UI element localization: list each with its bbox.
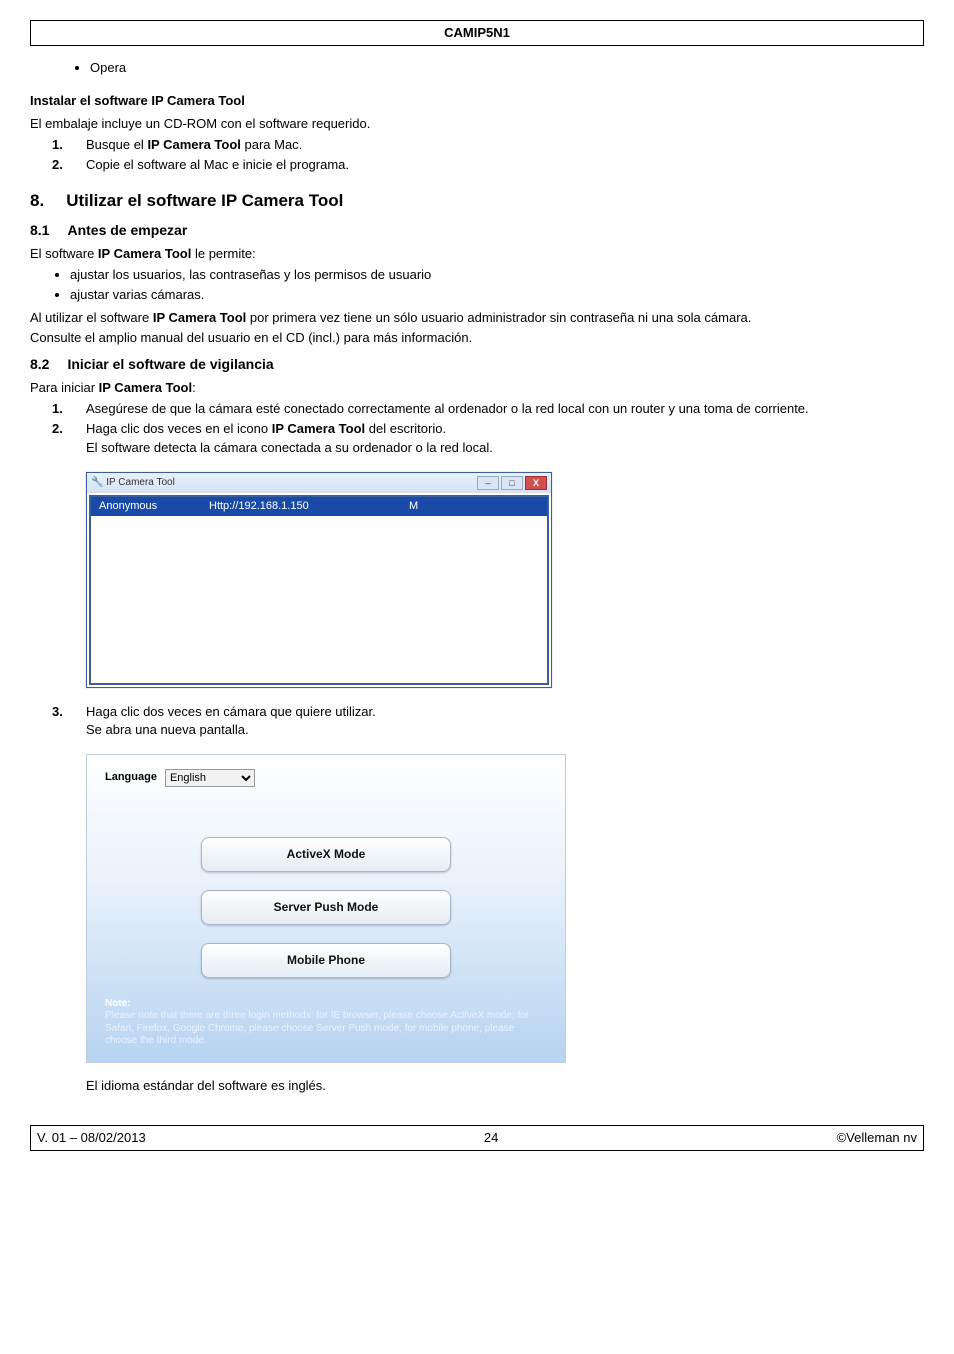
login-panel: Language English ActiveX Mode Server Pus… bbox=[86, 754, 924, 1062]
subsection-number: 8.2 bbox=[30, 355, 49, 375]
section-title: Utilizar el software IP Camera Tool bbox=[66, 189, 343, 213]
list-item: ajustar varias cámaras. bbox=[70, 285, 924, 305]
section-8-heading: 8. Utilizar el software IP Camera Tool bbox=[30, 189, 924, 213]
section-8-1-heading: 8.1 Antes de empezar bbox=[30, 221, 924, 241]
footer-center: 24 bbox=[484, 1129, 498, 1147]
list-item: 1. Busque el IP Camera Tool para Mac. bbox=[52, 135, 924, 155]
camera-name: Anonymous bbox=[99, 499, 209, 514]
after-panel-text: El idioma estándar del software es inglé… bbox=[86, 1077, 924, 1095]
step-number: 2. bbox=[52, 420, 72, 456]
install-heading: Instalar el software IP Camera Tool bbox=[30, 92, 924, 110]
minimize-button[interactable]: – bbox=[477, 476, 499, 490]
mobile-phone-button[interactable]: Mobile Phone bbox=[201, 943, 451, 978]
step-number: 1. bbox=[52, 400, 72, 418]
install-intro: El embalaje incluye un CD-ROM con el sof… bbox=[30, 115, 924, 133]
server-push-mode-button[interactable]: Server Push Mode bbox=[201, 890, 451, 925]
step-number: 3. bbox=[52, 703, 72, 739]
subsection-title: Iniciar el software de vigilancia bbox=[67, 355, 273, 375]
window-title: 🔧 IP Camera Tool bbox=[91, 476, 175, 490]
list-item: 2. Haga clic dos veces en el icono IP Ca… bbox=[52, 419, 924, 457]
activex-mode-button[interactable]: ActiveX Mode bbox=[201, 837, 451, 872]
language-row: Language English bbox=[105, 769, 547, 787]
sec82-line1: Para iniciar IP Camera Tool: bbox=[30, 379, 924, 397]
header-title: CAMIP5N1 bbox=[444, 25, 510, 40]
sec81-bullets: ajustar los usuarios, las contraseñas y … bbox=[70, 265, 924, 305]
step-text: Haga clic dos veces en cámara que quiere… bbox=[86, 703, 376, 739]
step-number: 2. bbox=[52, 156, 72, 174]
step-text: Haga clic dos veces en el icono IP Camer… bbox=[86, 420, 493, 456]
window-titlebar: 🔧 IP Camera Tool – □ X bbox=[87, 473, 551, 493]
list-item: Opera bbox=[90, 58, 924, 78]
window-frame: 🔧 IP Camera Tool – □ X Anonymous Http://… bbox=[86, 472, 552, 688]
step-text: Asegúrese de que la cámara esté conectad… bbox=[86, 400, 809, 418]
list-item: 2. Copie el software al Mac e inicie el … bbox=[52, 155, 924, 175]
step-text: Copie el software al Mac e inicie el pro… bbox=[86, 156, 349, 174]
page-header: CAMIP5N1 bbox=[30, 20, 924, 46]
install-steps: 1. Busque el IP Camera Tool para Mac. 2.… bbox=[52, 135, 924, 175]
step-number: 1. bbox=[52, 136, 72, 154]
sec82-steps-3: 3. Haga clic dos veces en cámara que qui… bbox=[52, 702, 924, 740]
maximize-button[interactable]: □ bbox=[501, 476, 523, 490]
sec82-steps: 1. Asegúrese de que la cámara esté conec… bbox=[52, 399, 924, 458]
login-note: Note: Please note that there are three l… bbox=[105, 998, 547, 1048]
page-footer: V. 01 – 08/02/2013 24 ©Velleman nv bbox=[30, 1125, 924, 1151]
browser-list: Opera bbox=[90, 58, 924, 78]
language-label: Language bbox=[105, 770, 157, 785]
section-8-2-heading: 8.2 Iniciar el software de vigilancia bbox=[30, 355, 924, 375]
camera-flag: M bbox=[409, 499, 439, 514]
subsection-number: 8.1 bbox=[30, 221, 49, 241]
camera-url: Http://192.168.1.150 bbox=[209, 499, 409, 514]
footer-right: ©Velleman nv bbox=[837, 1129, 917, 1147]
close-button[interactable]: X bbox=[525, 476, 547, 490]
step-text: Busque el IP Camera Tool para Mac. bbox=[86, 136, 302, 154]
list-item-text: Opera bbox=[90, 60, 126, 75]
list-item: 3. Haga clic dos veces en cámara que qui… bbox=[52, 702, 924, 740]
camera-row[interactable]: Anonymous Http://192.168.1.150 M bbox=[91, 497, 547, 516]
note-label: Note: bbox=[105, 998, 131, 1009]
window-body: Anonymous Http://192.168.1.150 M bbox=[89, 495, 549, 685]
list-item: 1. Asegúrese de que la cámara esté conec… bbox=[52, 399, 924, 419]
window-buttons: – □ X bbox=[477, 476, 547, 490]
sec81-p2: Al utilizar el software IP Camera Tool p… bbox=[30, 309, 924, 327]
note-text: Please note that there are three login m… bbox=[105, 1010, 529, 1046]
subsection-title: Antes de empezar bbox=[67, 221, 187, 241]
section-number: 8. bbox=[30, 189, 44, 213]
list-item: ajustar los usuarios, las contraseñas y … bbox=[70, 265, 924, 285]
sec81-line1: El software IP Camera Tool le permite: bbox=[30, 245, 924, 263]
sec81-p3: Consulte el amplio manual del usuario en… bbox=[30, 329, 924, 347]
login-panel-frame: Language English ActiveX Mode Server Pus… bbox=[86, 754, 566, 1062]
footer-left: V. 01 – 08/02/2013 bbox=[37, 1129, 146, 1147]
ip-camera-tool-window: 🔧 IP Camera Tool – □ X Anonymous Http://… bbox=[86, 472, 924, 688]
language-select[interactable]: English bbox=[165, 769, 255, 787]
